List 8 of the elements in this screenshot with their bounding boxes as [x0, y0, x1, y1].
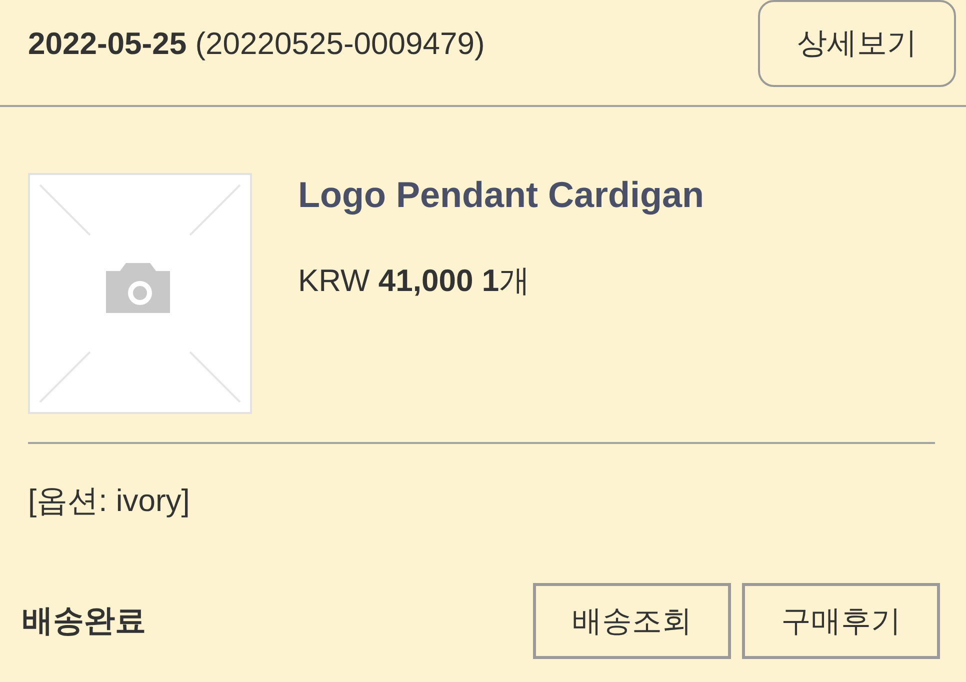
tracking-button[interactable]: 배송조회 — [533, 583, 731, 659]
review-button[interactable]: 구매후기 — [742, 583, 940, 659]
details-button[interactable]: 상세보기 — [758, 0, 956, 87]
product-price: KRW 41,000 1개 — [298, 262, 532, 300]
order-date: 2022-05-25 (20220525-0009479) — [28, 25, 485, 63]
product-name: Logo Pendant Cardigan — [298, 173, 704, 217]
delivery-status: 배송완료 — [22, 602, 147, 640]
product-option: [옵션: ivory] — [28, 481, 966, 521]
